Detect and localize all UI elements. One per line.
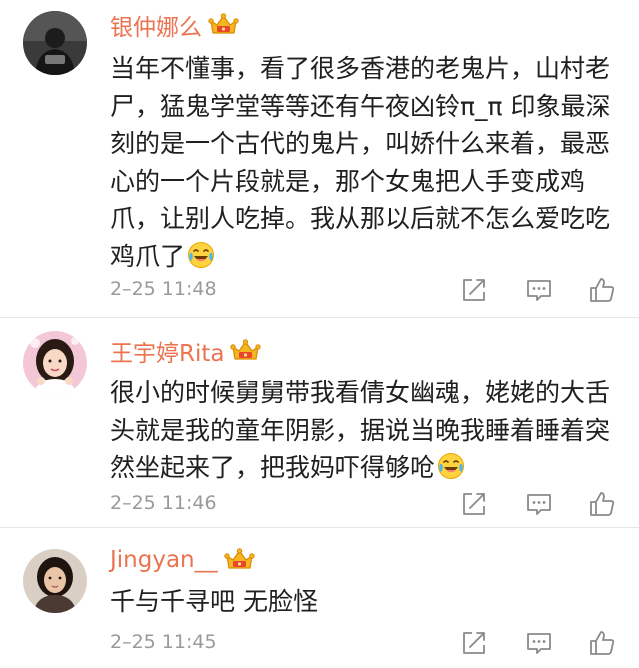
laugh-cry-emoji-icon [188, 241, 215, 268]
comment-footer: 2–25 11:46 [110, 490, 639, 518]
crown-badge-icon [223, 548, 255, 569]
laugh-cry-emoji-icon [438, 453, 465, 479]
comment-item: Jingyan__ 千与千寻吧 无脸怪 2–25 11:45 [0, 528, 639, 668]
username[interactable]: 王宇婷Rita [110, 334, 224, 368]
comment-text-content: 千与千寻吧 无脸怪 [110, 587, 318, 616]
comment-text-content: 当年不懂事，看了很多香港的老鬼片，山村老尸，猛鬼学堂等等还有午夜凶铃π_π 印象… [110, 54, 611, 271]
comment-header: 银仲娜么 [110, 8, 239, 42]
comment-footer: 2–25 11:45 [110, 629, 639, 657]
like-icon[interactable] [588, 490, 616, 518]
forward-icon[interactable] [460, 490, 488, 518]
comment-footer: 2–25 11:48 [110, 276, 639, 304]
crown-badge-icon [230, 339, 262, 360]
comment-text-content: 很小的时候舅舅带我看倩女幽魂，姥姥的大舌头就是我的童年阴影，据说当晚我睡着睡着突… [110, 378, 611, 482]
comment-text: 千与千寻吧 无脸怪 [110, 583, 624, 621]
comment-item: 王宇婷Rita 很小的时候舅舅带我看倩女幽魂，姥姥的大舌头就是我的童年阴影，据说… [0, 318, 639, 528]
avatar[interactable] [23, 11, 87, 75]
comment-icon[interactable] [525, 629, 553, 657]
comment-icon[interactable] [525, 490, 553, 518]
comment-text: 当年不懂事，看了很多香港的老鬼片，山村老尸，猛鬼学堂等等还有午夜凶铃π_π 印象… [110, 50, 624, 275]
username[interactable]: Jingyan__ [110, 547, 218, 573]
timestamp: 2–25 11:45 [110, 631, 217, 653]
comment-header: Jingyan__ [110, 543, 255, 577]
comment-icon[interactable] [525, 276, 553, 304]
crown-badge-icon [208, 13, 239, 34]
like-icon[interactable] [588, 629, 616, 657]
like-icon[interactable] [588, 276, 616, 304]
username[interactable]: 银仲娜么 [110, 8, 202, 42]
avatar[interactable] [23, 549, 87, 613]
avatar[interactable] [23, 331, 87, 395]
forward-icon[interactable] [460, 276, 488, 304]
comment-header: 王宇婷Rita [110, 334, 262, 368]
comment-item: 银仲娜么 当年不懂事，看了很多香港的老鬼片，山村老尸，猛鬼学堂等等还有午夜凶铃π… [0, 0, 639, 318]
timestamp: 2–25 11:48 [110, 278, 217, 300]
forward-icon[interactable] [460, 629, 488, 657]
timestamp: 2–25 11:46 [110, 492, 217, 514]
comment-text: 很小的时候舅舅带我看倩女幽魂，姥姥的大舌头就是我的童年阴影，据说当晚我睡着睡着突… [110, 374, 624, 487]
